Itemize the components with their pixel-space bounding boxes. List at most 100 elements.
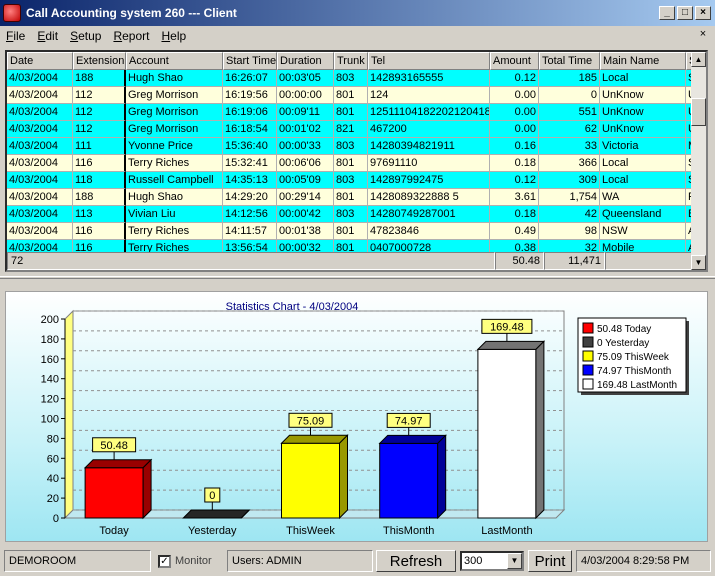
table-cell: 00:03'05 <box>277 70 334 87</box>
table-cell: 16:19:56 <box>223 87 277 104</box>
legend-swatch <box>582 378 594 390</box>
table-row[interactable]: 4/03/2004 188 Hugh Shao 16:26:07 00:03'05 803… <box>7 70 693 87</box>
table-cell: 1428089322888 5 <box>368 189 490 206</box>
scroll-up-icon[interactable]: ▲ <box>691 52 706 67</box>
table-cell: 309 <box>539 172 600 189</box>
maximize-button[interactable]: □ <box>677 6 693 20</box>
mdi-close-icon[interactable]: × <box>697 29 709 41</box>
table-row[interactable]: 4/03/2004 116 Terry Riches 14:11:57 00:01'38… <box>7 223 693 240</box>
menu-file[interactable]: File <box>0 29 31 43</box>
call-records-grid[interactable]: Date Extension Account Start Time Duration Tr… <box>5 50 708 272</box>
table-cell: 118 <box>73 172 126 189</box>
table-cell: UnKnow <box>600 87 686 104</box>
table-cell: 15:32:41 <box>223 155 277 172</box>
legend-entry: 74.97 ThisMonth <box>597 366 671 377</box>
table-cell: Vivian Liu <box>126 206 223 223</box>
table-row[interactable]: 4/03/2004 112 Greg Morrison 16:19:56 00:00:0… <box>7 87 693 104</box>
y-tick-label: 80 <box>47 433 59 445</box>
column-header[interactable]: Start Time <box>223 52 277 70</box>
table-cell: 116 <box>73 223 126 240</box>
table-cell: 803 <box>334 172 368 189</box>
interval-value: 300 <box>464 555 483 567</box>
column-header[interactable]: Date <box>7 52 73 70</box>
close-button[interactable]: × <box>695 6 711 20</box>
table-cell: 0 <box>539 87 600 104</box>
table-cell: 4/03/2004 <box>7 223 73 240</box>
column-header[interactable]: Total Time <box>539 52 600 70</box>
grid-vertical-scrollbar[interactable]: ▲ ▼ <box>691 52 706 270</box>
bar-top <box>378 434 447 444</box>
table-cell: 185 <box>539 70 600 87</box>
window-title: Call Accounting system 260 --- Client <box>26 6 237 20</box>
grid-header: Date Extension Account Start Time Duration Tr… <box>7 52 693 70</box>
column-header[interactable]: Extension <box>73 52 126 70</box>
legend-entry: 169.48 LastMonth <box>597 380 677 391</box>
table-cell: 821 <box>334 121 368 138</box>
scroll-down-icon[interactable]: ▼ <box>691 255 706 270</box>
table-cell: 0.00 <box>490 87 539 104</box>
chart-left-wall <box>64 309 74 520</box>
table-cell: 3.61 <box>490 189 539 206</box>
table-cell: 0.18 <box>490 155 539 172</box>
menu-edit[interactable]: Edit <box>31 29 64 43</box>
table-cell: 124 <box>368 87 490 104</box>
table-row[interactable]: 4/03/2004 118 Russell Campbell 14:35:13 00:0… <box>7 172 693 189</box>
table-cell: 801 <box>334 155 368 172</box>
table-cell: 801 <box>334 223 368 240</box>
monitor-panel[interactable]: ✓ Monitor <box>154 550 224 572</box>
column-header[interactable]: Tel <box>368 52 490 70</box>
table-cell: Terry Riches <box>126 223 223 240</box>
table-row[interactable]: 4/03/2004 112 Greg Morrison 16:18:54 00:01'0… <box>7 121 693 138</box>
table-cell: 0.49 <box>490 223 539 240</box>
table-cell: 111 <box>73 138 126 155</box>
table-cell: 113 <box>73 206 126 223</box>
refresh-interval-select[interactable]: 300 ▼ <box>460 551 524 571</box>
value-label: 169.48 <box>490 321 524 333</box>
menu-setup[interactable]: Setup <box>64 29 107 43</box>
y-tick-label: 60 <box>47 453 59 465</box>
table-cell: 00:00'42 <box>277 206 334 223</box>
print-button[interactable]: Print <box>528 550 572 572</box>
table-cell: 98 <box>539 223 600 240</box>
app-icon[interactable] <box>3 4 21 22</box>
table-row[interactable]: 4/03/2004 116 Terry Riches 15:32:41 00:06'06… <box>7 155 693 172</box>
splitter[interactable] <box>0 276 715 279</box>
table-cell: 4/03/2004 <box>7 155 73 172</box>
table-cell: Greg Morrison <box>126 121 223 138</box>
monitor-checkbox[interactable]: ✓ <box>158 554 171 568</box>
column-header[interactable]: Main Name <box>600 52 686 70</box>
table-cell: 00:00:00 <box>277 87 334 104</box>
column-header[interactable]: Trunk <box>334 52 368 70</box>
table-cell: 4/03/2004 <box>7 189 73 206</box>
bar-top <box>83 459 153 469</box>
table-cell: 15:36:40 <box>223 138 277 155</box>
table-row[interactable]: 4/03/2004 113 Vivian Liu 14:12:56 00:00'42 80… <box>7 206 693 223</box>
table-cell: 0.16 <box>490 138 539 155</box>
table-row[interactable]: 4/03/2004 111 Yvonne Price 15:36:40 00:00'33… <box>7 138 693 155</box>
y-tick-label: 40 <box>47 473 59 485</box>
table-cell: Yvonne Price <box>126 138 223 155</box>
column-header[interactable]: Amount <box>490 52 539 70</box>
minimize-button[interactable]: _ <box>659 6 675 20</box>
table-cell: Local <box>600 172 686 189</box>
table-cell: 366 <box>539 155 600 172</box>
table-cell: UnKnow <box>600 121 686 138</box>
value-label: 50.48 <box>100 440 128 452</box>
menu-report[interactable]: Report <box>107 29 155 43</box>
table-row[interactable]: 4/03/2004 188 Hugh Shao 14:29:20 00:29'14 801… <box>7 189 693 206</box>
column-header[interactable]: Account <box>126 52 223 70</box>
table-cell: 803 <box>334 70 368 87</box>
y-tick-label: 140 <box>41 374 59 386</box>
legend-swatch <box>582 350 594 362</box>
refresh-button[interactable]: Refresh <box>376 550 456 572</box>
table-cell: 16:19:06 <box>223 104 277 121</box>
time-total: 11,471 <box>544 252 605 270</box>
table-cell: 16:18:54 <box>223 121 277 138</box>
column-header[interactable]: Duration <box>277 52 334 70</box>
scroll-thumb[interactable] <box>691 98 706 126</box>
chevron-down-icon[interactable]: ▼ <box>507 553 522 569</box>
table-cell: 142897992475 <box>368 172 490 189</box>
table-row[interactable]: 4/03/2004 112 Greg Morrison 16:19:06 00:09'1… <box>7 104 693 121</box>
users-panel: Users: ADMIN <box>227 550 373 572</box>
menu-help[interactable]: Help <box>155 29 192 43</box>
